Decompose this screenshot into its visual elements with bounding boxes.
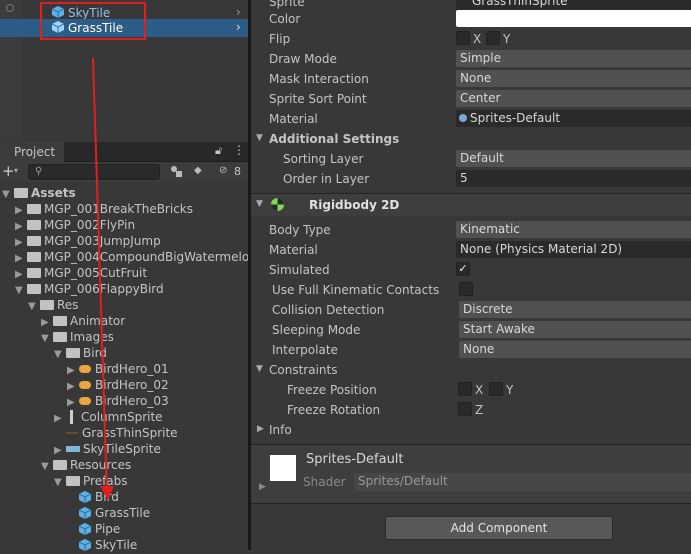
flip-x-checkbox[interactable] xyxy=(456,31,470,45)
full-kinematic-checkbox[interactable] xyxy=(459,282,473,296)
property-label: Sprite Sort Point xyxy=(269,92,367,106)
collision-row: Collision Detection Discrete xyxy=(251,300,691,320)
property-label: Body Type xyxy=(269,223,331,237)
dropdown-value: Sprites/Default xyxy=(358,474,448,488)
left-panel: SkyTile › GrassTile › Project 🔓︎ ⋮ + ▾ ⚲… xyxy=(0,0,257,552)
draw-mode-dropdown[interactable]: Simple xyxy=(456,50,691,67)
property-label: Mask Interaction xyxy=(269,72,369,86)
sorting-layer-dropdown[interactable]: Default xyxy=(456,150,691,167)
property-label: Freeze Position xyxy=(287,383,377,397)
property-label: Simulated xyxy=(269,263,330,277)
property-label: Freeze Rotation xyxy=(287,403,381,417)
dropdown-value: Kinematic xyxy=(460,222,520,236)
axis-label: Y xyxy=(506,383,514,397)
full-kinematic-row: Use Full Kinematic Contacts xyxy=(251,280,691,300)
component-separator xyxy=(251,503,691,504)
rb-material-row: Material None (Physics Material 2D) xyxy=(251,240,691,260)
freeze-position-row: Freeze Position X Y xyxy=(251,380,691,400)
property-label: Draw Mode xyxy=(269,52,337,66)
flip-y-checkbox[interactable] xyxy=(486,31,500,45)
add-component-button[interactable]: Add Component xyxy=(385,516,613,540)
flip-row: Flip X Y xyxy=(251,29,691,49)
shader-label: Shader xyxy=(303,475,346,489)
draw-mode-row: Draw Mode Simple xyxy=(251,49,691,69)
info-row[interactable]: ▶ Info xyxy=(251,420,691,440)
sprite-value: GrassThinSprite xyxy=(472,0,568,8)
annotation-arrow xyxy=(92,57,114,500)
freeze-rotation-row: Freeze Rotation Z xyxy=(251,400,691,420)
sleeping-row: Sleeping Mode Start Awake xyxy=(251,320,691,340)
order-in-layer-row: Order in Layer 5 xyxy=(251,169,691,189)
property-label: Material xyxy=(269,243,318,257)
sort-point-row: Sprite Sort Point Center xyxy=(251,89,691,109)
dropdown-value: Discrete xyxy=(463,302,513,316)
body-type-row: Body Type Kinematic xyxy=(251,220,691,240)
property-label: Material xyxy=(269,112,318,126)
dropdown-value: Center xyxy=(460,91,501,105)
rigidbody-header[interactable]: ▼ Rigidbody 2D xyxy=(251,194,691,216)
foldout-closed-icon[interactable]: ▶ xyxy=(259,482,266,492)
property-label: Sleeping Mode xyxy=(272,323,361,337)
flip-x-label: X xyxy=(473,32,482,46)
sorting-layer-row: Sorting Layer Default xyxy=(251,149,691,169)
axis-label: X xyxy=(475,383,484,397)
order-in-layer-input[interactable]: 5 xyxy=(456,170,691,187)
constraints-row[interactable]: ▼ Constraints xyxy=(251,360,691,380)
dropdown-value: None xyxy=(460,71,492,85)
shader-dropdown[interactable]: Sprites/Default xyxy=(354,473,691,491)
property-label: Order in Layer xyxy=(283,172,370,186)
dropdown-value: Default xyxy=(460,151,504,165)
color-row: Color xyxy=(251,9,691,29)
property-label: Sprite xyxy=(269,0,305,9)
mask-row: Mask Interaction None xyxy=(251,69,691,89)
foldout-open-icon[interactable]: ▼ xyxy=(256,133,263,143)
dropdown-value: Start Awake xyxy=(463,322,535,336)
rigidbody-2d-icon xyxy=(270,197,285,212)
section-label: Info xyxy=(269,423,292,437)
material-preview: Sprites-Default ▶ Shader Sprites/Default xyxy=(251,445,691,503)
body-type-dropdown[interactable]: Kinematic xyxy=(456,221,691,238)
dropdown-value: None xyxy=(463,342,495,356)
freeze-rot-z-checkbox[interactable] xyxy=(458,402,472,416)
additional-settings-row[interactable]: ▼ Additional Settings xyxy=(251,129,691,149)
inspector-panel: Sprite GrassThinSprite Color Flip X Y Dr… xyxy=(251,0,691,550)
button-label: Add Component xyxy=(450,521,548,535)
section-label: Additional Settings xyxy=(269,132,400,146)
foldout-closed-icon[interactable]: ▶ xyxy=(257,424,264,434)
material-thumbnail xyxy=(270,455,296,481)
section-label: Constraints xyxy=(269,363,338,377)
input-value: 5 xyxy=(460,171,468,185)
color-swatch[interactable] xyxy=(456,10,691,27)
property-label: Color xyxy=(269,12,301,26)
axis-label: Z xyxy=(475,403,484,417)
component-title: Rigidbody 2D xyxy=(309,198,400,212)
simulated-row: Simulated ✓ xyxy=(251,260,691,280)
material-row: Material Sprites-Default xyxy=(251,109,691,129)
sleeping-mode-dropdown[interactable]: Start Awake xyxy=(459,321,691,338)
foldout-open-icon[interactable]: ▼ xyxy=(256,199,263,209)
collision-dropdown[interactable]: Discrete xyxy=(459,301,691,318)
property-label: Sorting Layer xyxy=(283,152,364,166)
interpolate-row: Interpolate None xyxy=(251,340,691,360)
property-label: Interpolate xyxy=(272,343,338,357)
physics-material-field[interactable]: None (Physics Material 2D) xyxy=(456,241,691,258)
material-field[interactable]: Sprites-Default xyxy=(456,110,691,127)
freeze-pos-x-checkbox[interactable] xyxy=(458,382,472,396)
dropdown-value: Simple xyxy=(460,51,501,65)
freeze-pos-y-checkbox[interactable] xyxy=(489,382,503,396)
property-label: Collision Detection xyxy=(272,303,385,317)
simulated-checkbox[interactable]: ✓ xyxy=(456,262,470,276)
property-label: Flip xyxy=(269,32,291,46)
flip-y-label: Y xyxy=(503,32,511,46)
material-icon xyxy=(459,114,467,122)
mask-interaction-dropdown[interactable]: None xyxy=(456,70,691,87)
property-label: Use Full Kinematic Contacts xyxy=(272,283,440,297)
sort-point-dropdown[interactable]: Center xyxy=(456,90,691,107)
material-name: Sprites-Default xyxy=(306,452,404,467)
foldout-open-icon[interactable]: ▼ xyxy=(256,364,263,374)
field-value: None (Physics Material 2D) xyxy=(460,242,623,256)
material-value: Sprites-Default xyxy=(470,111,561,125)
interpolate-dropdown[interactable]: None xyxy=(459,341,691,358)
